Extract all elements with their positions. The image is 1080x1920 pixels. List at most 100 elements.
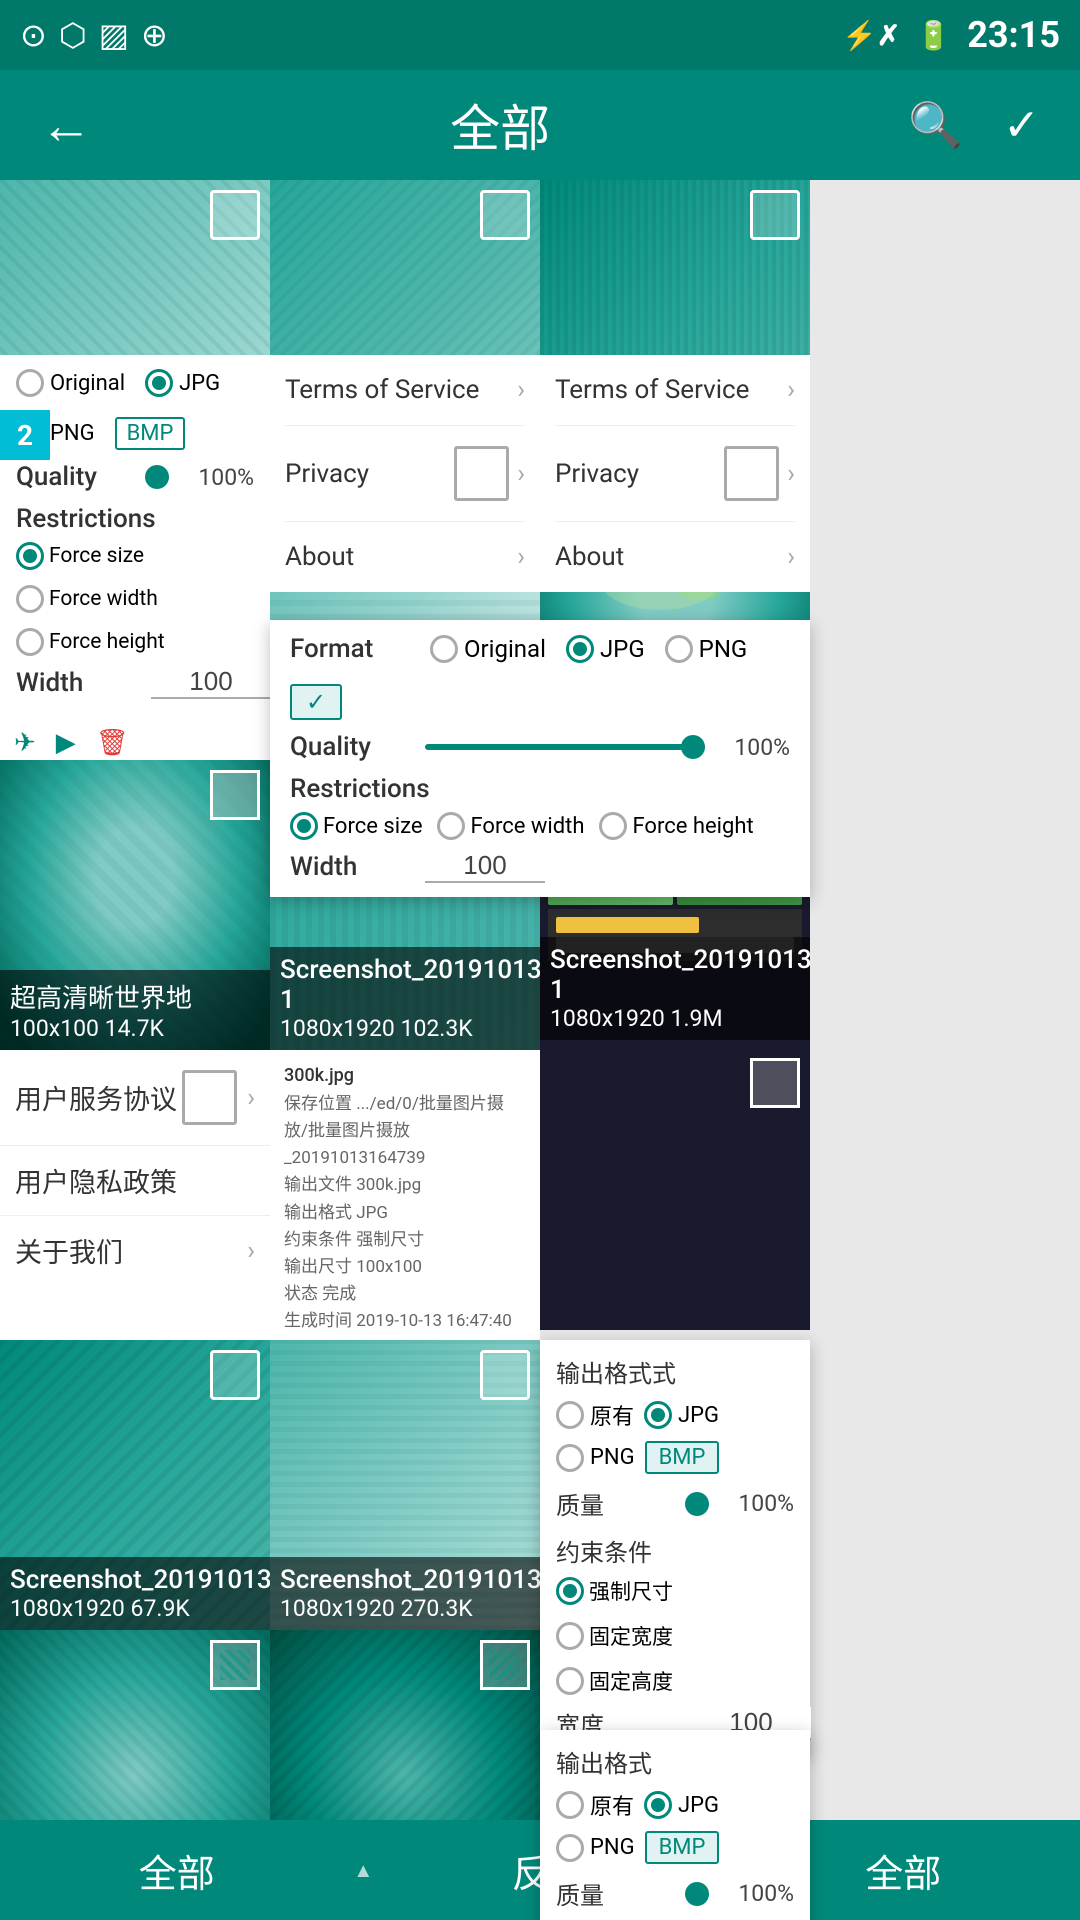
mid-restrictions-radio: Force size Force width Force height bbox=[290, 812, 790, 840]
grid-tile-9[interactable]: Screenshot_20191013- 1080x1920 67.9K bbox=[0, 1340, 270, 1630]
play-icon-1[interactable]: ▶ bbox=[56, 724, 76, 763]
mid-quality-value: 100% bbox=[720, 734, 790, 761]
br-radio-original[interactable]: 原有 bbox=[556, 1399, 634, 1431]
bot-radio-png[interactable]: PNG bbox=[556, 1834, 635, 1862]
br-radio-jpg[interactable]: JPG bbox=[644, 1401, 719, 1429]
search-icon[interactable]: 🔍 bbox=[908, 99, 963, 151]
mid-restrictions-section: Restrictions Force size Force width Forc… bbox=[290, 774, 790, 840]
info-300k-restrictions: 约束条件 强制尺寸 bbox=[284, 1227, 526, 1254]
menu-tos-checkbox[interactable] bbox=[182, 1070, 237, 1125]
br-quality-row: 质量 100% bbox=[556, 1486, 794, 1521]
width-label-1: Width bbox=[16, 668, 136, 698]
clock: 23:15 bbox=[967, 14, 1060, 56]
mid-format-panel: Format Original JPG PNG ✓ Quality 100% bbox=[270, 620, 810, 897]
br-quality-slider[interactable] bbox=[691, 1501, 709, 1507]
radio-force-size-1[interactable]: Force size bbox=[16, 542, 144, 570]
quality-value-1: 100% bbox=[184, 464, 254, 491]
icon-android: ⬡ bbox=[59, 16, 87, 54]
right-tos[interactable]: Terms of Service › bbox=[555, 355, 795, 426]
center-top-menu: Terms of Service › Privacy › About › bbox=[270, 355, 540, 592]
tile-screenshot-checkbox[interactable] bbox=[750, 1058, 800, 1108]
radio-force-size-circle-1 bbox=[16, 542, 44, 570]
tile-screenshot-sub: 1080x1920 1.9M bbox=[550, 1005, 800, 1032]
menu-item-about[interactable]: 关于我们 › bbox=[0, 1216, 270, 1285]
br-radio-png[interactable]: PNG bbox=[556, 1444, 635, 1472]
bot-radio-original[interactable]: 原有 bbox=[556, 1789, 634, 1821]
quality-slider-1[interactable] bbox=[151, 474, 169, 480]
tile-10-sub: 1080x1920 270.3K bbox=[280, 1595, 530, 1622]
tile-screenshot-label: Screenshot_20191013-1 1080x1920 1.9M bbox=[540, 937, 810, 1040]
radio-force-height-1[interactable]: Force height bbox=[16, 628, 165, 656]
center-tos[interactable]: Terms of Service › bbox=[285, 355, 525, 426]
menu-item-tos[interactable]: 用户服务协议 › bbox=[0, 1050, 270, 1146]
bot-radio-jpg[interactable]: JPG bbox=[644, 1791, 719, 1819]
nav-all-left[interactable]: 全部 bbox=[0, 1843, 353, 1898]
tile-9-label: Screenshot_20191013- 1080x1920 67.9K bbox=[0, 1557, 270, 1630]
br-radio-force-height[interactable]: 固定高度 bbox=[556, 1666, 673, 1696]
br-bmp-btn[interactable]: BMP bbox=[645, 1441, 720, 1474]
radio-original-1[interactable]: Original bbox=[16, 369, 125, 397]
right-about[interactable]: About › bbox=[555, 522, 795, 592]
battery-icon: 🔋 bbox=[916, 19, 951, 52]
icon-spiral: ⊙ bbox=[20, 16, 47, 54]
bot-quality-slider[interactable] bbox=[691, 1891, 709, 1897]
bot-quality-label: 质量 bbox=[556, 1876, 676, 1911]
right-top-menu: Terms of Service › Privacy › About › bbox=[540, 355, 810, 592]
br-radio-force-size[interactable]: 强制尺寸 bbox=[556, 1576, 673, 1606]
br-format-row: 输出格式式 原有 JPG PNG BMP bbox=[556, 1354, 794, 1474]
br-quality-value: 100% bbox=[724, 1490, 794, 1517]
tile-10-checkbox[interactable] bbox=[480, 1350, 530, 1400]
quality-row-1: Quality 100% bbox=[16, 462, 254, 492]
back-button[interactable]: ← bbox=[40, 95, 92, 156]
br-radio-force-width[interactable]: 固定宽度 bbox=[556, 1621, 673, 1651]
tile-world-2-checkbox[interactable] bbox=[210, 770, 260, 820]
radio-force-width-1[interactable]: Force width bbox=[16, 585, 158, 613]
tile-1-checkbox[interactable] bbox=[210, 190, 260, 240]
radio-circle-jpg bbox=[145, 369, 173, 397]
mid-format-label: Format bbox=[290, 634, 410, 664]
confirm-icon[interactable]: ✓ bbox=[1003, 99, 1040, 151]
right-checkbox[interactable] bbox=[724, 446, 779, 501]
tile-9-main: Screenshot_20191013- bbox=[10, 1565, 260, 1595]
tile-13-checkbox[interactable] bbox=[480, 1640, 530, 1690]
width-input-1[interactable] bbox=[151, 666, 271, 699]
tile-2-checkbox[interactable] bbox=[480, 190, 530, 240]
send-icon-1[interactable]: ✈ bbox=[14, 724, 36, 763]
menu-item-privacy[interactable]: 用户隐私政策 bbox=[0, 1146, 270, 1216]
radio-jpg-1[interactable]: JPG bbox=[145, 369, 220, 397]
menu-about-arrow: › bbox=[247, 1236, 255, 1266]
mid-quality-slider[interactable] bbox=[425, 744, 705, 750]
badge-number: 2 bbox=[0, 410, 50, 460]
tile-screenshot-main: Screenshot_20191013-1 bbox=[550, 945, 800, 1005]
mid-radio-original[interactable]: Original bbox=[430, 635, 546, 663]
restrictions-title-1: Restrictions bbox=[16, 504, 254, 534]
mid-radio-force-width[interactable]: Force width bbox=[437, 812, 584, 840]
main-content: Screenshot_20191013-1 1080x1920 129.0K S… bbox=[0, 180, 1080, 1920]
mid-radio-force-height[interactable]: Force height bbox=[599, 812, 753, 840]
bmp-button-1[interactable]: BMP bbox=[115, 417, 186, 450]
center-about[interactable]: About › bbox=[285, 522, 525, 592]
tile-3-checkbox[interactable] bbox=[750, 190, 800, 240]
delete-icon-1[interactable]: 🗑 bbox=[96, 724, 129, 763]
info-300k-title: 300k.jpg bbox=[284, 1062, 526, 1091]
icon-link: ⊕ bbox=[141, 16, 168, 54]
grid-tile-world-2[interactable]: 超高清晰世界地 100x100 14.7K bbox=[0, 760, 270, 1050]
mid-radio-jpg[interactable]: JPG bbox=[566, 635, 645, 663]
mid-bmp-btn[interactable]: ✓ bbox=[290, 684, 342, 720]
bot-bmp-btn[interactable]: BMP bbox=[645, 1831, 720, 1864]
grid-tile-10[interactable]: Screenshot_20191013- 1080x1920 270.3K bbox=[270, 1340, 540, 1630]
tile-10-label: Screenshot_20191013- 1080x1920 270.3K bbox=[270, 1557, 540, 1630]
mid-radio-png[interactable]: PNG bbox=[665, 635, 748, 663]
mid-width-input[interactable] bbox=[425, 850, 545, 883]
center-checkbox[interactable] bbox=[454, 446, 509, 501]
mid-radio-force-size[interactable]: Force size bbox=[290, 812, 422, 840]
action-icons-1: ✈ ▶ 🗑 bbox=[14, 724, 256, 763]
tile-12-checkbox[interactable] bbox=[210, 1640, 260, 1690]
tile-9-checkbox[interactable] bbox=[210, 1350, 260, 1400]
info-300k-format: 输出格式 JPG bbox=[284, 1200, 526, 1227]
center-privacy[interactable]: Privacy › bbox=[285, 426, 525, 522]
radio-force-height-circle-1 bbox=[16, 628, 44, 656]
status-bar: ⊙ ⬡ ▨ ⊕ ⚡✗ 🔋 23:15 bbox=[0, 0, 1080, 70]
right-privacy[interactable]: Privacy › bbox=[555, 426, 795, 522]
icon-image: ▨ bbox=[99, 16, 129, 54]
